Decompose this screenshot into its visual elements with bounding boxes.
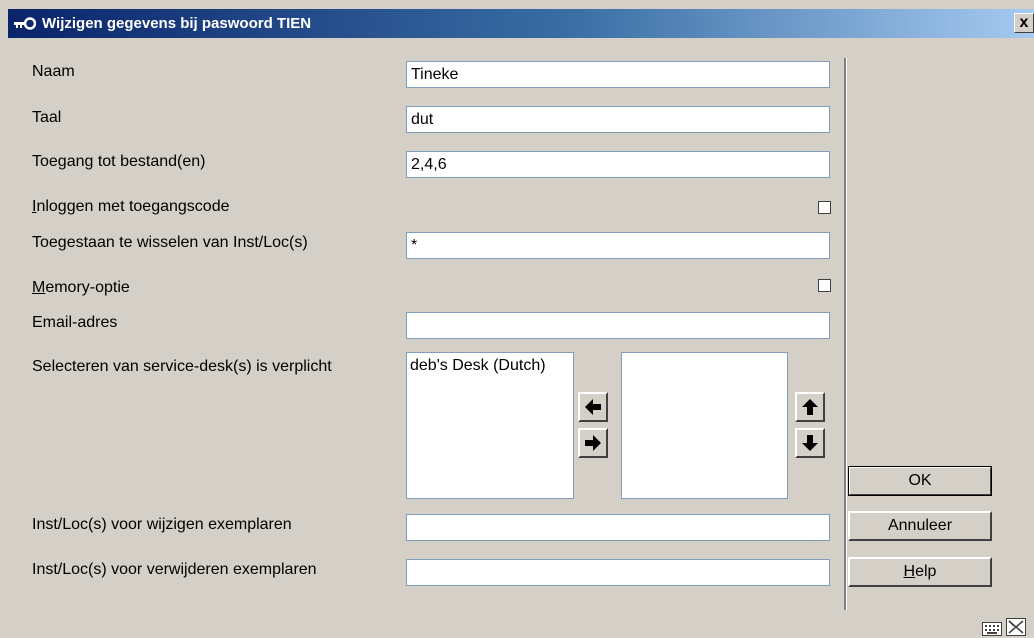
move-left-button[interactable] xyxy=(578,392,608,422)
wisselen-input[interactable]: * xyxy=(406,232,830,259)
move-right-button[interactable] xyxy=(578,428,608,458)
vertical-separator xyxy=(844,58,847,610)
title-bar: Wijzigen gegevens bij paswoord TIEN x xyxy=(8,9,1034,38)
available-desks-list[interactable]: deb's Desk (Dutch) xyxy=(406,352,574,499)
key-icon xyxy=(14,17,36,30)
memory-checkbox[interactable] xyxy=(818,279,831,292)
arrow-right-icon xyxy=(585,435,601,451)
move-up-button[interactable] xyxy=(795,392,825,422)
resize-icon[interactable] xyxy=(1006,618,1026,636)
naam-input[interactable]: Tineke xyxy=(406,61,830,88)
arrow-up-icon xyxy=(802,399,818,415)
wijzigen-label: Inst/Loc(s) voor wijzigen exemplaren xyxy=(32,516,292,533)
memory-label: Memory-optie xyxy=(32,279,130,296)
wijzigen-input[interactable] xyxy=(406,514,830,541)
taal-input[interactable]: dut xyxy=(406,106,830,133)
toegang-input[interactable]: 2,4,6 xyxy=(406,151,830,178)
taal-label: Taal xyxy=(32,109,62,126)
status-icons xyxy=(981,618,1026,636)
email-input[interactable] xyxy=(406,312,830,339)
servicedesk-label: Selecteren van service-desk(s) is verpli… xyxy=(32,358,332,375)
arrow-down-icon xyxy=(802,435,818,451)
verwijderen-input[interactable] xyxy=(406,559,830,586)
list-item[interactable]: deb's Desk (Dutch) xyxy=(410,357,570,375)
annuleer-button[interactable]: Annuleer xyxy=(848,511,992,541)
move-down-button[interactable] xyxy=(795,428,825,458)
inloggen-label: Inloggen met toegangscode xyxy=(32,198,230,215)
email-label: Email-adres xyxy=(32,314,118,331)
close-button[interactable]: x xyxy=(1014,13,1034,33)
selected-desks-list[interactable] xyxy=(621,352,788,499)
keyboard-icon[interactable] xyxy=(981,622,1002,636)
naam-label: Naam xyxy=(32,63,75,80)
verwijderen-label: Inst/Loc(s) voor verwijderen exemplaren xyxy=(32,561,317,578)
help-button[interactable]: Help xyxy=(848,557,992,587)
wisselen-label: Toegestaan te wisselen van Inst/Loc(s) xyxy=(32,234,308,251)
arrow-left-icon xyxy=(585,399,601,415)
window-title: Wijzigen gegevens bij paswoord TIEN xyxy=(42,15,312,32)
toegang-label: Toegang tot bestand(en) xyxy=(32,153,206,170)
inloggen-checkbox[interactable] xyxy=(818,201,831,214)
ok-button[interactable]: OK xyxy=(848,466,992,496)
